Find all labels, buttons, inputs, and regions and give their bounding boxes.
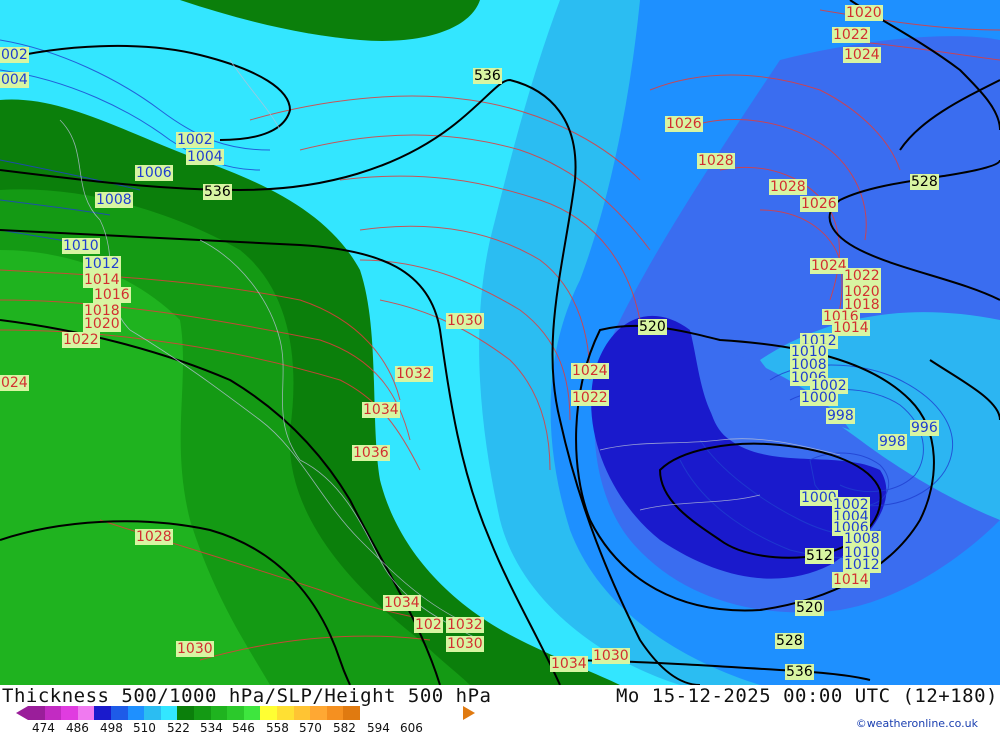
isobar-label: 1020 (83, 316, 121, 332)
isobar-label: 1034 (550, 656, 588, 672)
height-contour-label: 528 (775, 633, 804, 649)
contour-labels: 1020 1022 1024 002 004 1002 1004 1006 1008 536 536… (0, 0, 1000, 685)
isobar-label: 1034 (362, 402, 400, 418)
isobar-label: 1032 (446, 617, 484, 633)
isobar-label: 1008 (95, 192, 133, 208)
scale-swatch (144, 706, 161, 720)
scale-swatch (343, 706, 360, 720)
isobar-label: 1022 (62, 332, 100, 348)
isobar-label: 1016 (93, 287, 131, 303)
scale-swatch (227, 706, 244, 720)
scale-swatch (210, 706, 228, 720)
height-contour-label: 536 (473, 68, 502, 84)
scale-swatch (160, 706, 178, 720)
isobar-label: 1030 (592, 648, 630, 664)
scale-right-arrow (463, 706, 475, 720)
isobar-label: 1014 (83, 272, 121, 288)
isobar-label: 024 (0, 375, 29, 391)
isobar-label: 1006 (135, 165, 173, 181)
isobar-label: 1026 (800, 196, 838, 212)
isobar-label: 1002 (176, 132, 214, 148)
scale-swatch (127, 706, 145, 720)
thickness-color-scale (28, 706, 360, 720)
scale-swatch (310, 706, 327, 720)
isobar-label: 1030 (176, 641, 214, 657)
isobar-label: 1028 (697, 153, 735, 169)
isobar-label: 996 (910, 420, 939, 436)
isobar-label: 1000 (800, 390, 838, 406)
isobar-label: 1034 (383, 595, 421, 611)
forecast-datetime: Mo 15-12-2025 00:00 UTC (12+180) (615, 685, 998, 707)
isobar-label: 1036 (352, 445, 390, 461)
scale-left-arrow (16, 706, 28, 720)
isobar-label: 1026 (665, 116, 703, 132)
isobar-label: 004 (0, 72, 29, 88)
isobar-label: 1024 (571, 363, 609, 379)
isobar-label: 1028 (135, 529, 173, 545)
scale-swatch (293, 706, 311, 720)
isobar-label: 1030 (446, 636, 484, 652)
isobar-label: 1014 (832, 572, 870, 588)
credit-link[interactable]: ©weatheronline.co.uk (856, 717, 978, 730)
scale-swatch (243, 706, 261, 720)
scale-swatch (110, 706, 128, 720)
isobar-label: 1022 (832, 27, 870, 43)
isobar-label: 1022 (571, 390, 609, 406)
scale-swatch (44, 706, 62, 720)
scale-swatch (61, 706, 78, 720)
scale-swatch (260, 706, 277, 720)
isobar-label: 1028 (769, 179, 807, 195)
scale-swatch (77, 706, 95, 720)
scale-swatch (94, 706, 111, 720)
map-title: Thickness 500/1000 hPa/SLP/Height 500 hP… (2, 685, 492, 707)
footer: Thickness 500/1000 hPa/SLP/Height 500 hP… (0, 685, 1000, 735)
isobar-label: 1024 (810, 258, 848, 274)
isobar-label: 102 (414, 617, 443, 633)
height-contour-label: 512 (805, 548, 834, 564)
isobar-label: 1012 (83, 256, 121, 272)
height-contour-label: 520 (795, 600, 824, 616)
scale-swatch (193, 706, 211, 720)
isobar-label: 1032 (395, 366, 433, 382)
scale-swatch (326, 706, 344, 720)
isobar-label: 998 (878, 434, 907, 450)
isobar-label: 002 (0, 47, 29, 63)
isobar-label: 1010 (62, 238, 100, 254)
isobar-label: 1030 (446, 313, 484, 329)
height-contour-label: 536 (785, 664, 814, 680)
isobar-label: 998 (826, 408, 855, 424)
isobar-label: 1004 (186, 149, 224, 165)
isobar-label: 1012 (843, 557, 881, 573)
scale-swatch (28, 706, 45, 720)
isobar-label: 1024 (843, 47, 881, 63)
height-contour-label: 520 (638, 319, 667, 335)
isobar-label: 1014 (832, 320, 870, 336)
scale-swatch (177, 706, 194, 720)
isobar-label: 1022 (843, 268, 881, 284)
height-contour-label: 528 (910, 174, 939, 190)
scale-swatch (276, 706, 294, 720)
isobar-label: 1020 (845, 5, 883, 21)
height-contour-label: 536 (203, 184, 232, 200)
